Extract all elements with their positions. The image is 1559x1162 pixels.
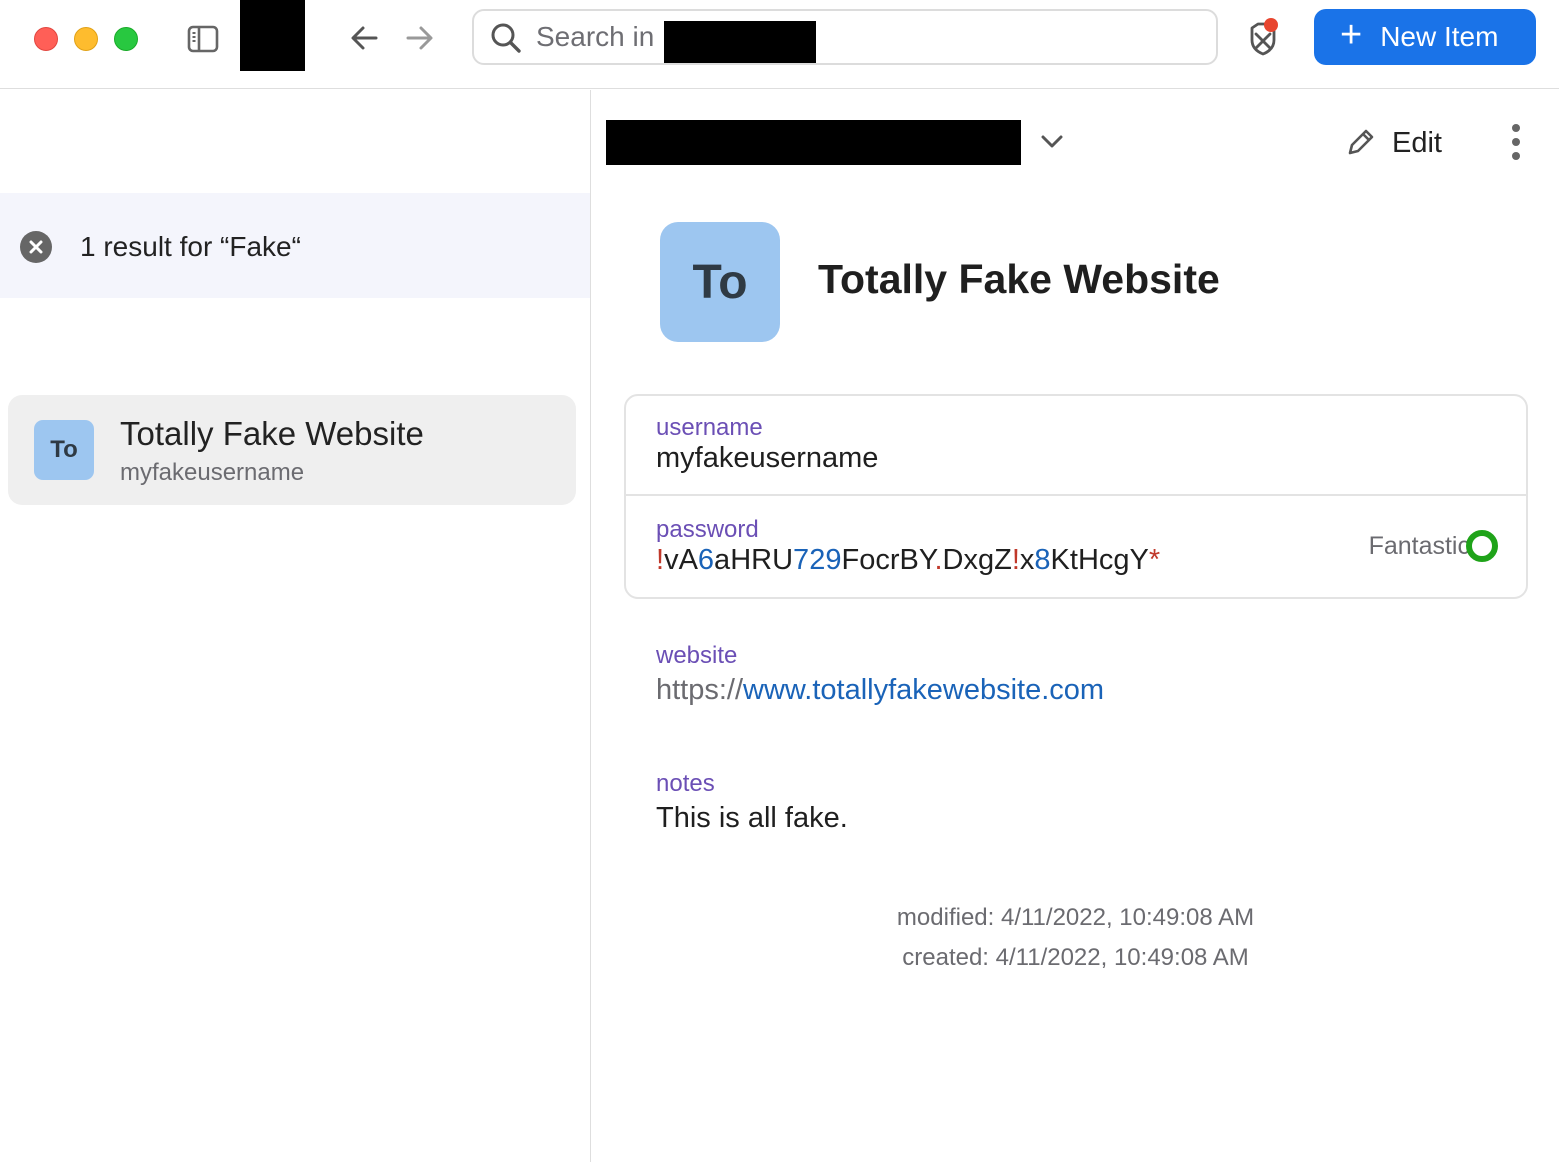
redacted-vault-name [664, 21, 816, 63]
more-dots-icon [1512, 124, 1520, 132]
more-options-button[interactable] [1500, 122, 1532, 162]
list-item[interactable]: To Totally Fake Website myfakeusername [8, 395, 576, 505]
redacted-account-icon [240, 0, 305, 71]
search-icon [491, 23, 521, 53]
new-item-label: New Item [1380, 21, 1499, 52]
item-thumbnail: To [34, 420, 94, 480]
new-item-button[interactable]: + New Item [1314, 9, 1536, 65]
login-fields-card: username myfakeusername password !vA6aHR… [624, 394, 1528, 599]
username-label: username [656, 414, 763, 441]
close-icon [29, 240, 43, 254]
username-value[interactable]: myfakeusername [656, 442, 878, 475]
created-timestamp: created: 4/11/2022, 10:49:08 AM [902, 944, 1249, 971]
search-result-bar: 1 result for “Fake“ [0, 193, 590, 298]
list-item-subtitle: myfakeusername [120, 459, 305, 486]
titlebar: + New Item [0, 0, 1559, 89]
chevron-down-icon [1041, 135, 1063, 148]
back-button[interactable] [344, 20, 384, 56]
window-minimize-button[interactable] [74, 27, 98, 51]
arrow-right-icon [406, 26, 433, 50]
plus-icon: + [1340, 14, 1363, 56]
pencil-icon [1348, 129, 1374, 155]
sidebar-toggle-button[interactable] [186, 22, 220, 56]
clear-search-button[interactable] [20, 231, 52, 263]
result-count-text: 1 result for “Fake“ [80, 231, 301, 262]
item-title: Totally Fake Website [818, 256, 1220, 302]
vault-selector-dropdown[interactable] [1030, 124, 1074, 160]
redacted-vault-selector [606, 120, 1021, 165]
password-strength-label: Fantastic [1368, 532, 1470, 560]
password-field[interactable]: password !vA6aHRU729FocrBY.DxgZ!x8KtHcgY… [626, 498, 1526, 598]
password-value[interactable]: !vA6aHRU729FocrBY.DxgZ!x8KtHcgY* [656, 544, 1160, 577]
notification-badge [1264, 18, 1278, 32]
website-value: https://www.totallyfakewebsite.com [656, 674, 1104, 707]
modified-timestamp: modified: 4/11/2022, 10:49:08 AM [896, 904, 1255, 931]
username-field[interactable]: username myfakeusername [626, 396, 1526, 496]
window-close-button[interactable] [34, 27, 58, 51]
website-label: website [656, 642, 738, 669]
forward-button[interactable] [400, 20, 440, 56]
website-scheme: https:// [656, 674, 744, 706]
edit-button[interactable]: Edit [1344, 120, 1442, 166]
item-icon: To [660, 222, 780, 342]
notes-value: This is all fake. [656, 802, 848, 834]
search-input[interactable] [536, 17, 664, 57]
arrow-left-icon [351, 26, 378, 50]
sidebar-icon [187, 25, 219, 53]
item-list-pane: 1 result for “Fake“ To Totally Fake Webs… [0, 90, 591, 1162]
search-bar[interactable] [472, 9, 1218, 65]
list-item-title: Totally Fake Website [120, 415, 424, 452]
edit-label: Edit [1392, 126, 1442, 159]
strength-meter-icon [1466, 530, 1498, 562]
window-zoom-button[interactable] [114, 27, 138, 51]
watchtower-button[interactable] [1244, 18, 1284, 58]
website-link[interactable]: www.totallyfakewebsite.com [743, 674, 1104, 706]
notes-label: notes [656, 770, 715, 797]
password-label: password [656, 516, 759, 543]
item-detail-pane: Edit To Totally Fake Website username my… [592, 90, 1559, 1162]
